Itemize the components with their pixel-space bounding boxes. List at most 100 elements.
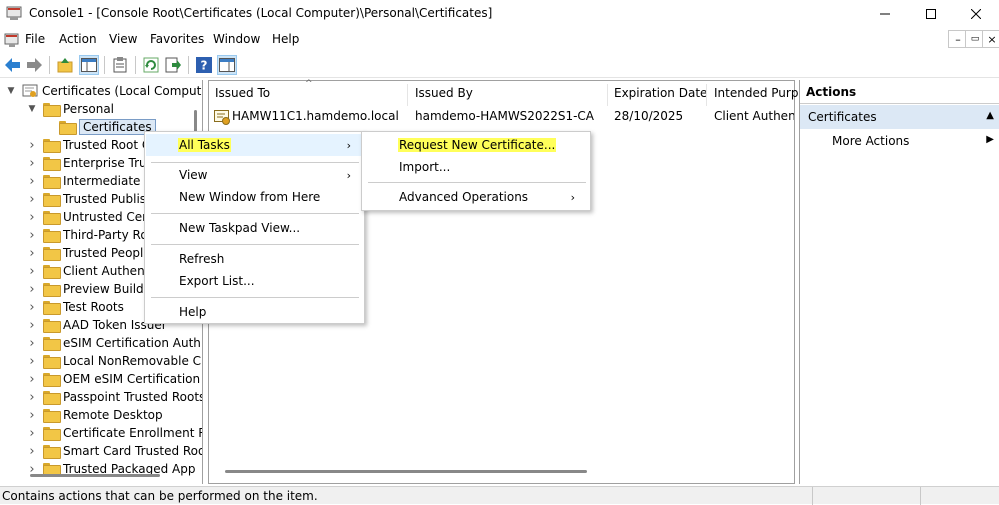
- menu-view[interactable]: View: [109, 32, 137, 46]
- column-issued-by[interactable]: Issued By: [415, 86, 473, 100]
- clipboard-icon: [113, 57, 127, 73]
- tree-item-store[interactable]: › Remote Desktop: [27, 406, 163, 424]
- tree-item-store[interactable]: › Test Roots: [27, 298, 124, 316]
- expand-icon[interactable]: ›: [27, 228, 37, 243]
- show-hide-action-pane-button[interactable]: [217, 55, 237, 75]
- expand-icon[interactable]: ›: [27, 408, 37, 423]
- help-button[interactable]: ?: [194, 55, 214, 75]
- menu-item-all-tasks[interactable]: All Tasks ›: [146, 134, 363, 156]
- folder-icon: [43, 301, 61, 315]
- expand-icon[interactable]: ›: [27, 354, 37, 369]
- maximize-button[interactable]: [908, 0, 954, 28]
- show-hide-console-tree-button[interactable]: [79, 55, 99, 75]
- expand-icon[interactable]: ›: [27, 138, 37, 153]
- action-pane-icon: [219, 58, 235, 72]
- expand-icon[interactable]: ›: [27, 444, 37, 459]
- menu-item-new-taskpad-view[interactable]: New Taskpad View...: [146, 217, 363, 239]
- up-one-level-button[interactable]: [55, 55, 75, 75]
- close-button[interactable]: [953, 0, 999, 28]
- tree-item-store[interactable]: › OEM eSIM Certification: [27, 370, 200, 388]
- tree-horizontal-scrollbar[interactable]: [0, 470, 203, 484]
- menu-item-label: Help: [179, 305, 207, 319]
- expand-icon[interactable]: ›: [27, 192, 37, 207]
- folder-icon: [43, 445, 61, 459]
- expand-icon[interactable]: ›: [27, 336, 37, 351]
- tree-item-certificates-local-computer[interactable]: ▼ Certificates (Local Comput: [6, 82, 202, 100]
- folder-up-icon: [57, 58, 73, 73]
- tree-label: Test Roots: [63, 300, 124, 314]
- tree-item-store[interactable]: › Untrusted Cert: [27, 208, 152, 226]
- expand-icon[interactable]: ›: [27, 264, 37, 279]
- menu-item-view[interactable]: View ›: [146, 164, 363, 186]
- refresh-button[interactable]: [141, 55, 161, 75]
- tree-item-store[interactable]: › eSIM Certification Auth: [27, 334, 201, 352]
- menu-item-import[interactable]: Import...: [363, 156, 589, 178]
- expand-icon[interactable]: ›: [27, 426, 37, 441]
- menu-item-advanced-operations[interactable]: Advanced Operations ›: [363, 186, 589, 208]
- column-issued-to[interactable]: Issued To: [215, 86, 270, 100]
- more-actions-item[interactable]: More Actions ▶: [800, 131, 999, 151]
- restore-icon: ▭: [970, 34, 980, 44]
- menu-action[interactable]: Action: [59, 32, 97, 46]
- menu-help[interactable]: Help: [272, 32, 299, 46]
- tree-label: Trusted Publish: [63, 192, 154, 206]
- scrollbar-thumb[interactable]: [30, 474, 160, 477]
- menu-file[interactable]: File: [25, 32, 45, 46]
- expand-icon[interactable]: ›: [27, 282, 37, 297]
- tree-item-store[interactable]: › Enterprise Trust: [27, 154, 158, 172]
- forward-button[interactable]: [24, 55, 44, 75]
- tree-item-store[interactable]: › Third-Party Roo: [27, 226, 155, 244]
- expand-icon[interactable]: ›: [27, 156, 37, 171]
- menu-item-request-new-certificate[interactable]: Request New Certificate...: [363, 134, 589, 156]
- collapse-icon[interactable]: ▼: [6, 86, 16, 96]
- tree-item-store[interactable]: › Client Authent: [27, 262, 149, 280]
- console-tree-icon: [81, 58, 97, 72]
- tree-item-store[interactable]: › Trusted Publish: [27, 190, 154, 208]
- menu-favorites[interactable]: Favorites: [150, 32, 204, 46]
- minimize-button[interactable]: [862, 0, 908, 28]
- tree-item-store[interactable]: › Intermediate C: [27, 172, 153, 190]
- cell-issued-to[interactable]: HAMW11C1.hamdemo.local: [232, 109, 404, 123]
- menu-item-refresh[interactable]: Refresh: [146, 248, 363, 270]
- tree-label: Certificate Enrollment R: [63, 426, 203, 440]
- folder-icon: [43, 337, 61, 351]
- tree-item-store[interactable]: › Trusted Root C: [27, 136, 150, 154]
- tree-item-store[interactable]: › Preview Build F: [27, 280, 154, 298]
- expand-icon[interactable]: ›: [27, 246, 37, 261]
- back-button[interactable]: [3, 55, 23, 75]
- tree-item-store[interactable]: › Passpoint Trusted Roots: [27, 388, 202, 406]
- export-list-button[interactable]: [163, 55, 183, 75]
- expand-icon[interactable]: ›: [27, 174, 37, 189]
- properties-button[interactable]: [110, 55, 130, 75]
- tree-item-store[interactable]: › Certificate Enrollment R: [27, 424, 203, 442]
- menu-item-new-window[interactable]: New Window from Here: [146, 186, 363, 208]
- folder-icon: [43, 193, 61, 207]
- expand-icon[interactable]: ›: [27, 318, 37, 333]
- tree-item-store[interactable]: › Trusted People: [27, 244, 151, 262]
- expand-icon[interactable]: ›: [27, 372, 37, 387]
- tree-item-certificates[interactable]: Certificates: [43, 118, 156, 136]
- menu-item-label: Advanced Operations: [399, 190, 529, 204]
- menu-item-label: Import...: [399, 160, 451, 174]
- menu-window[interactable]: Window: [213, 32, 260, 46]
- tree-item-store[interactable]: › Smart Card Trusted Roo: [27, 442, 202, 460]
- column-expiration-date[interactable]: Expiration Date: [614, 86, 707, 100]
- expand-icon[interactable]: ›: [27, 210, 37, 225]
- tree-label: Local NonRemovable C: [63, 354, 202, 368]
- mdi-close-button[interactable]: ×: [982, 30, 999, 48]
- folder-icon: [43, 391, 61, 405]
- certificate-icon: [214, 110, 230, 125]
- expand-icon[interactable]: ›: [27, 390, 37, 405]
- column-intended-purpose[interactable]: Intended Purpo: [714, 86, 806, 100]
- cell-issued-by: hamdemo-HAMWS2022S1-CA: [415, 109, 595, 123]
- folder-icon: [43, 247, 61, 261]
- list-horizontal-scrollbar-thumb[interactable]: [225, 470, 587, 473]
- actions-section-certificates[interactable]: Certificates ▲: [800, 105, 999, 129]
- collapse-icon[interactable]: ▼: [27, 104, 37, 114]
- expand-icon[interactable]: ›: [27, 300, 37, 315]
- menu-item-help[interactable]: Help: [146, 301, 363, 323]
- tree-item-store[interactable]: › Local NonRemovable C: [27, 352, 201, 370]
- tree-label: Personal: [63, 102, 115, 116]
- tree-item-personal[interactable]: ▼ Personal: [27, 100, 114, 118]
- menu-item-export-list[interactable]: Export List...: [146, 270, 363, 292]
